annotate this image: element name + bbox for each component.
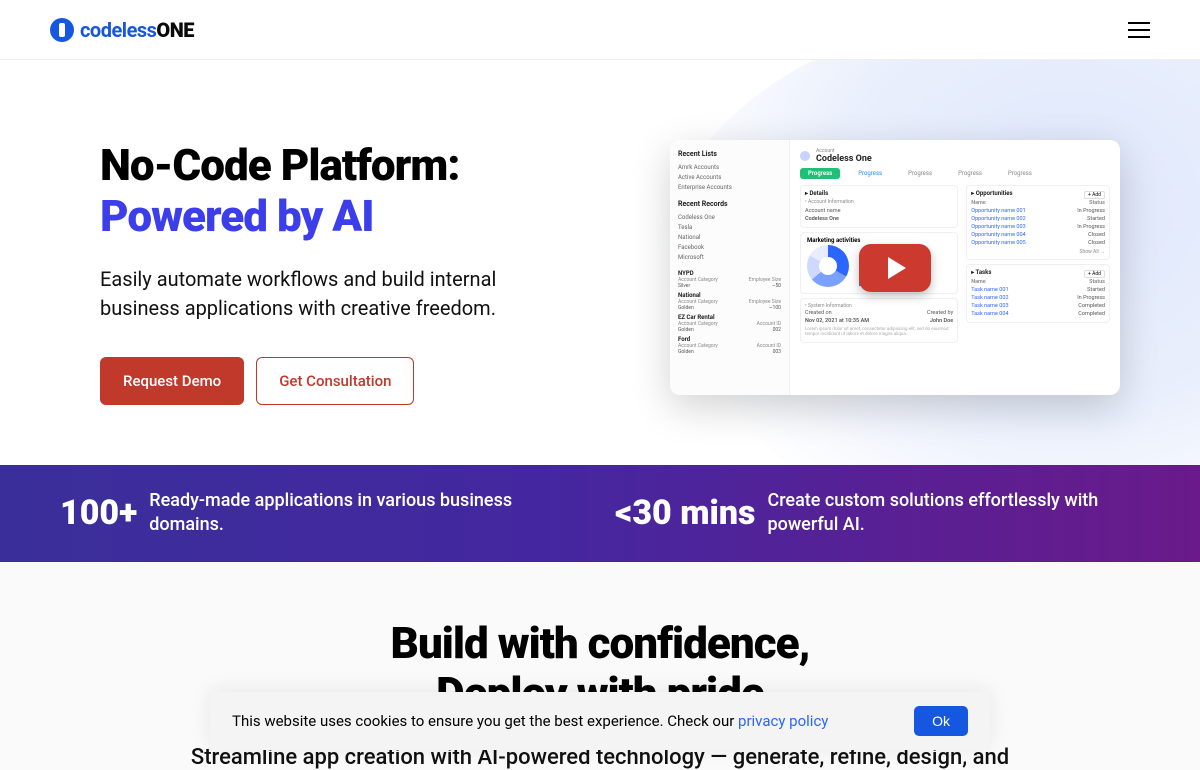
preview-side-list1: Amrk Accounts Active Accounts Enterprise… [678,162,781,192]
hero-title-line2: Powered by AI [100,191,600,242]
list-item: Codeless One [678,212,781,222]
tab-item: Progress [850,168,890,179]
list-item: Microsoft [678,252,781,262]
stats-bar: 100+ Ready-made applications in various … [0,465,1200,562]
list-item: Amrk Accounts [678,162,781,172]
donut-chart-icon [807,245,849,287]
privacy-policy-link[interactable]: privacy policy [738,712,828,730]
list-item: Facebook [678,242,781,252]
preview-cols: ▸ Details • Account Information Account … [800,185,1110,347]
account-name: Codeless One [816,154,872,164]
list-item: Tesla [678,222,781,232]
preview-col-right: ▸ Opportunities + Add NameStatus Opportu… [966,185,1110,347]
logo-word-bold: ONE [156,18,194,42]
logo-text: codelessONE [80,18,194,42]
logo-mark-icon [50,18,74,42]
preview-tabs: Progress Progress Progress Progress Prog… [800,168,1110,179]
details-card: ▸ Details • Account Information Account … [800,185,958,228]
tab-item: Progress [1000,168,1040,179]
card-title: ▸ Details [805,190,953,197]
list-item: National Account CategoryEmployee Size G… [678,292,781,311]
list-item: EZ Car Rental Account CategoryAccount ID… [678,314,781,333]
request-demo-button[interactable]: Request Demo [100,357,244,405]
list-item: Ford Account CategoryAccount ID Golden00… [678,336,781,355]
cookie-ok-button[interactable]: Ok [914,706,968,736]
stat-number: <30 mins [615,493,755,533]
hero-section: No-Code Platform: Powered by AI Easily a… [0,60,1200,465]
hero-content: No-Code Platform: Powered by AI Easily a… [100,130,600,405]
card-title: ▸ Opportunities [971,190,1012,197]
tasks-card: ▸ Tasks + Add NameStatus Task name 001St… [966,264,1110,323]
hero-title-line1: No-Code Platform: [100,139,459,191]
stat-item: <30 mins Create custom solutions effortl… [615,489,1140,538]
preview-side-cards: NYPD Account CategoryEmployee Size Silve… [678,270,781,355]
logo-word-thin: codeless [80,18,156,42]
list-item: Active Accounts [678,172,781,182]
preview-top: Account Codeless One [800,148,1110,164]
preview-sidebar: Recent Lists Amrk Accounts Active Accoun… [670,140,790,395]
site-header: codelessONE [0,0,1200,60]
preview-main: Account Codeless One Progress Progress P… [790,140,1120,395]
tab-item: Progress [900,168,940,179]
list-item: National [678,232,781,242]
get-consultation-button[interactable]: Get Consultation [256,357,414,405]
stat-number: 100+ [60,493,137,533]
hero-cta-row: Request Demo Get Consultation [100,357,600,405]
system-info-card: • System Information Created onCreated b… [800,298,958,343]
add-button: + Add [1084,191,1105,199]
hero-media: Recent Lists Amrk Accounts Active Accoun… [640,130,1150,405]
tab-progress: Progress [800,168,840,179]
stat-text: Ready-made applications in various busin… [149,489,585,538]
hero-title: No-Code Platform: Powered by AI [100,140,600,241]
tab-item: Progress [950,168,990,179]
brand-logo[interactable]: codelessONE [50,18,194,42]
cookie-banner: This website uses cookies to ensure you … [210,692,990,750]
video-preview-card[interactable]: Recent Lists Amrk Accounts Active Accoun… [670,140,1120,395]
play-icon[interactable] [859,244,931,292]
hero-subtitle: Easily automate workflows and build inte… [100,265,560,323]
list-item: NYPD Account CategoryEmployee Size Silve… [678,270,781,289]
preview-side-h2: Recent Records [678,200,781,208]
list-item: Enterprise Accounts [678,182,781,192]
preview-side-list2: Codeless One Tesla National Facebook Mic… [678,212,781,262]
card-title: Marketing activities [807,237,860,244]
stat-text: Create custom solutions effortlessly wit… [767,489,1140,538]
stat-item: 100+ Ready-made applications in various … [60,489,585,538]
avatar-icon [800,151,810,161]
build-title-l1: Build with confidence, [391,617,810,669]
menu-icon[interactable] [1128,22,1150,38]
preview-side-h1: Recent Lists [678,150,781,158]
cookie-text: This website uses cookies to ensure you … [232,712,828,730]
opportunities-card: ▸ Opportunities + Add NameStatus Opportu… [966,185,1110,260]
show-all-link: Show All → [971,249,1105,255]
add-button: + Add [1084,270,1105,278]
card-title: ▸ Tasks [971,269,991,276]
